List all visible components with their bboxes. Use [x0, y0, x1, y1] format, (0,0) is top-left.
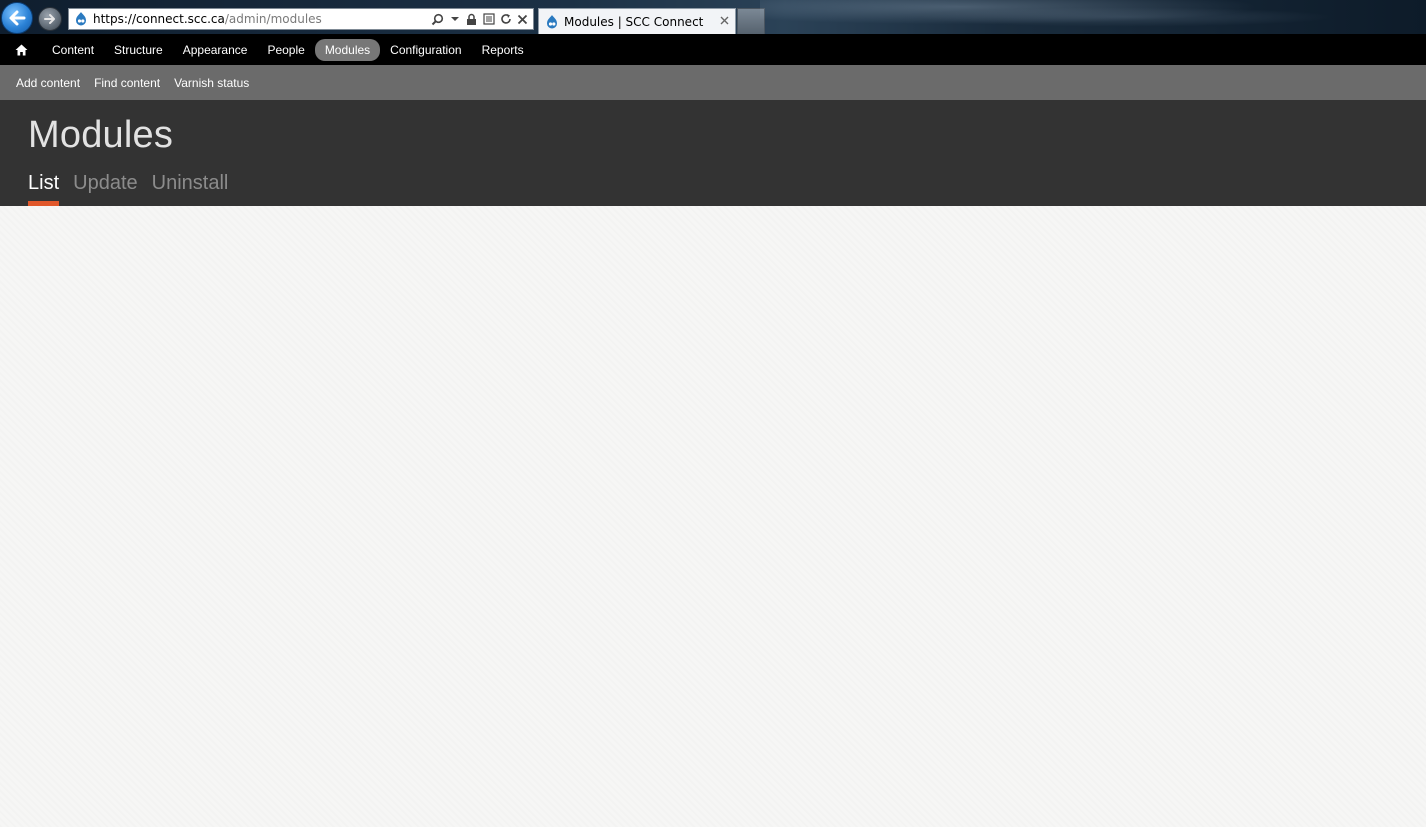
stop-icon[interactable] [516, 11, 529, 27]
url-text[interactable]: https://connect.scc.ca/admin/modules [93, 12, 322, 26]
tab-list[interactable]: List [28, 172, 60, 206]
drupal-favicon-icon [547, 14, 557, 28]
back-button[interactable] [1, 2, 33, 34]
url-protocol: https:// [93, 12, 137, 26]
toolbar-item-modules[interactable]: Modules [314, 38, 381, 61]
lock-icon[interactable] [465, 11, 478, 27]
search-icon[interactable] [431, 11, 444, 27]
address-bar-icons [431, 11, 529, 27]
shortcut-varnish-status[interactable]: Varnish status [167, 76, 256, 90]
toolbar-item-configuration[interactable]: Configuration [380, 39, 471, 61]
new-tab-button[interactable] [737, 8, 765, 34]
main-content [0, 206, 1426, 827]
close-icon[interactable] [718, 14, 730, 26]
refresh-icon[interactable] [499, 11, 512, 27]
dropdown-arrow-icon[interactable] [448, 11, 461, 27]
toolbar-item-reports[interactable]: Reports [472, 39, 534, 61]
drupal-favicon-icon [76, 12, 86, 26]
home-icon [15, 44, 27, 55]
address-bar[interactable]: https://connect.scc.ca/admin/modules [68, 8, 534, 30]
tab-update[interactable]: Update [73, 172, 138, 205]
compatibility-icon[interactable] [482, 11, 495, 27]
url-domain: connect.scc.ca [136, 12, 225, 26]
forward-arrow-icon [44, 14, 55, 24]
tab-uninstall[interactable]: Uninstall [152, 172, 229, 205]
toolbar-item-structure[interactable]: Structure [104, 39, 173, 61]
browser-tab[interactable]: Modules | SCC Connect [538, 8, 736, 34]
browser-chrome: https://connect.scc.ca/admin/modules Mod… [0, 0, 1426, 34]
url-path: /admin/modules [224, 12, 322, 26]
toolbar-item-people[interactable]: People [257, 39, 314, 61]
page-header: Modules List Update Uninstall [0, 100, 1426, 206]
toolbar-item-appearance[interactable]: Appearance [173, 39, 258, 61]
home-link[interactable] [0, 34, 42, 65]
primary-tabs: List Update Uninstall [28, 172, 229, 206]
toolbar-item-content[interactable]: Content [42, 39, 104, 61]
back-arrow-icon [9, 10, 26, 26]
tab-title: Modules | SCC Connect [564, 14, 704, 29]
shortcuts-bar: Add content Find content Varnish status [0, 65, 1426, 100]
page-title: Modules [28, 114, 174, 156]
shortcut-find-content[interactable]: Find content [87, 76, 167, 90]
shortcut-add-content[interactable]: Add content [9, 76, 87, 90]
admin-toolbar: Content Structure Appearance People Modu… [0, 34, 1426, 65]
forward-button[interactable] [38, 7, 62, 31]
